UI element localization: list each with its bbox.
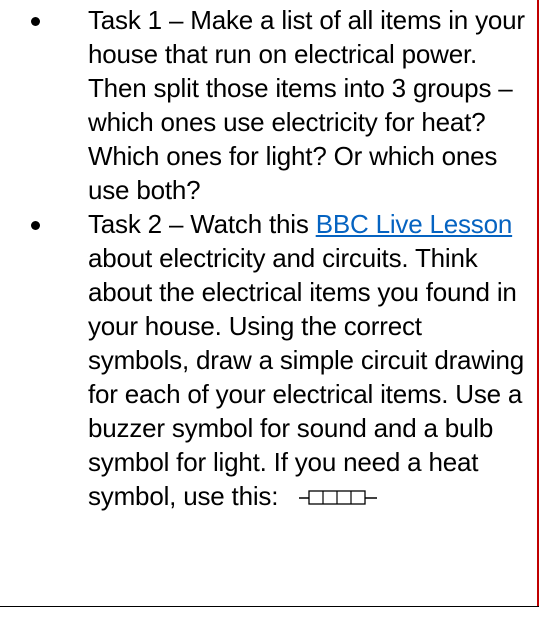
bullet-icon xyxy=(31,17,40,26)
task-item-1: Task 1 – Make a list of all items in you… xyxy=(0,3,535,207)
task-2-text-before-link: Task 2 – Watch this xyxy=(88,209,316,239)
task-list: Task 1 – Make a list of all items in you… xyxy=(0,3,535,515)
task-1-text: Task 1 – Make a list of all items in you… xyxy=(88,5,525,205)
task-2-text-after-link: about electricity and circuits. Think ab… xyxy=(88,243,524,511)
table-right-border xyxy=(537,0,539,607)
bbc-live-lesson-link[interactable]: BBC Live Lesson xyxy=(316,209,513,239)
heater-resistor-symbol-icon xyxy=(299,479,379,513)
bullet-icon xyxy=(31,221,40,230)
task-item-2: Task 2 – Watch this BBC Live Lesson abou… xyxy=(0,207,535,515)
table-bottom-border xyxy=(0,606,539,607)
document-page: Task 1 – Make a list of all items in you… xyxy=(0,0,541,628)
